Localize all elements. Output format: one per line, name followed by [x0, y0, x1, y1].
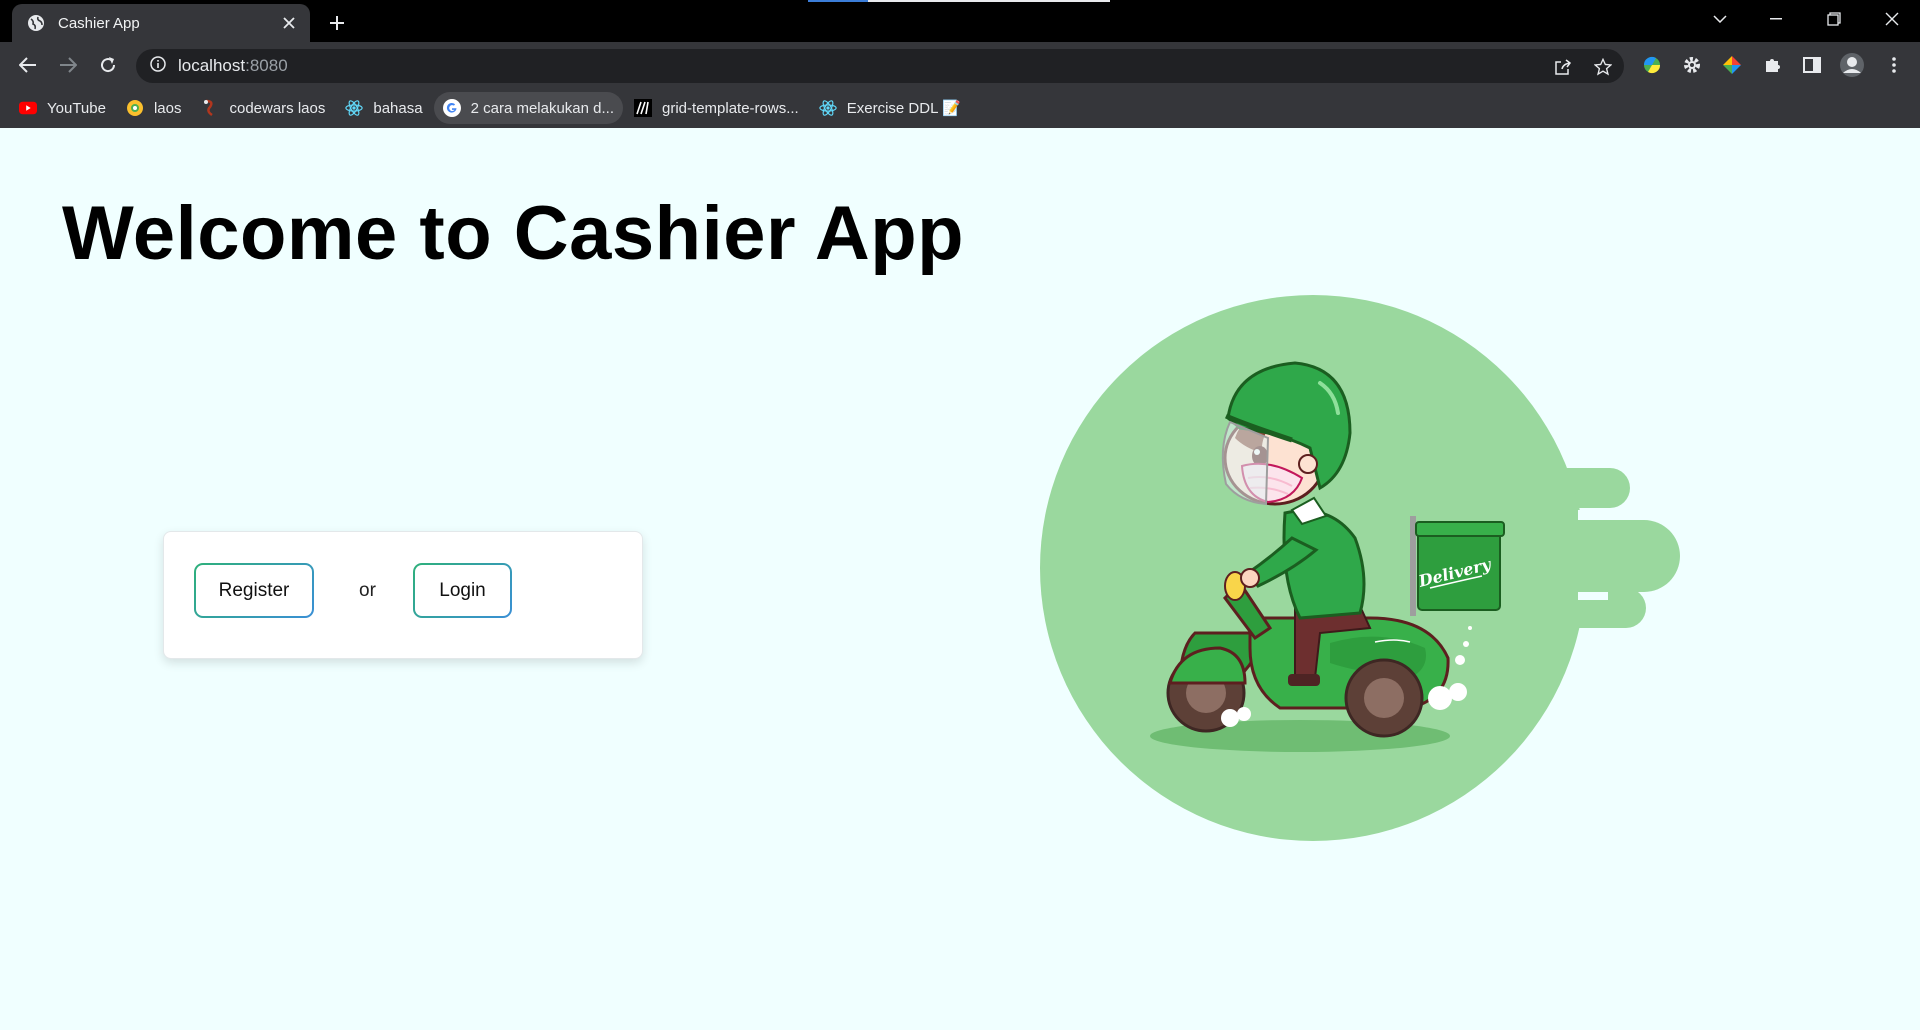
- youtube-icon: [19, 99, 37, 117]
- delivery-scooter-illustration: Delivery: [1040, 295, 1680, 841]
- bookmark-label: grid-template-rows...: [662, 99, 799, 117]
- extension-color-icon[interactable]: [1636, 49, 1668, 81]
- close-icon[interactable]: [278, 12, 300, 34]
- tab-search-icon[interactable]: [1692, 0, 1748, 38]
- bookmark-label: YouTube: [47, 99, 106, 117]
- chrome-web-icon: [126, 99, 144, 117]
- side-panel-icon[interactable]: [1796, 49, 1828, 81]
- codewars-icon: [201, 99, 219, 117]
- login-button[interactable]: Login: [413, 563, 512, 618]
- bookmark-2-cara[interactable]: 2 cara melakukan d...: [433, 92, 624, 124]
- mdn-icon: [634, 99, 653, 117]
- delivery-box: Delivery: [1410, 516, 1505, 616]
- url-port: :8080: [245, 56, 288, 75]
- bookmark-codewars-laos[interactable]: codewars laos: [192, 92, 334, 124]
- share-icon[interactable]: [1550, 54, 1576, 80]
- bookmark-bahasa[interactable]: bahasa: [336, 92, 431, 124]
- avatar[interactable]: [1836, 49, 1868, 81]
- site-info-icon[interactable]: [150, 55, 166, 77]
- gear-icon[interactable]: [1676, 49, 1708, 81]
- bookmark-label: 2 cara melakukan d...: [470, 99, 615, 117]
- restore-icon[interactable]: [1806, 0, 1862, 38]
- or-separator: or: [359, 580, 376, 601]
- react-icon: [345, 99, 364, 117]
- bookmark-label: bahasa: [373, 99, 423, 117]
- back-icon[interactable]: [12, 49, 44, 81]
- google-icon: [442, 99, 461, 117]
- bookmark-youtube[interactable]: YouTube: [10, 92, 115, 124]
- page-content: Welcome to Cashier App Register or Login…: [0, 128, 1920, 1030]
- minimize-icon[interactable]: [1748, 0, 1804, 38]
- color-picker-icon[interactable]: [1716, 49, 1748, 81]
- bookmark-exercise-ddl[interactable]: Exercise DDL 📝: [810, 92, 970, 124]
- bookmark-label: laos: [153, 99, 182, 117]
- bookmark-grid-template-rows[interactable]: grid-template-rows...: [625, 92, 808, 124]
- bookmark-label: Exercise DDL 📝: [846, 100, 961, 117]
- bookmarks-bar: YouTube laos codewars laos bahasa 2 cara…: [0, 88, 1920, 128]
- page-title: Welcome to Cashier App: [62, 191, 965, 276]
- bookmark-label: codewars laos: [229, 99, 326, 117]
- url-text[interactable]: localhost:8080: [178, 56, 288, 76]
- menu-kebab-icon[interactable]: [1878, 49, 1910, 81]
- loading-indicator-track: [868, 0, 1110, 2]
- new-tab-button[interactable]: [322, 8, 352, 38]
- auth-card: Register or Login: [163, 531, 643, 659]
- reload-icon[interactable]: [92, 49, 124, 81]
- tab-title: Cashier App: [58, 14, 140, 32]
- globe-icon: [26, 13, 46, 33]
- forward-icon[interactable]: [52, 49, 84, 81]
- extensions-puzzle-icon[interactable]: [1756, 49, 1788, 81]
- bookmark-laos[interactable]: laos: [117, 92, 191, 124]
- browser-tab[interactable]: Cashier App: [12, 4, 310, 42]
- close-window-icon[interactable]: [1864, 0, 1920, 38]
- loading-indicator: [808, 0, 868, 2]
- tab-strip: Cashier App: [0, 0, 1920, 42]
- url-host: localhost: [178, 56, 246, 75]
- address-bar[interactable]: localhost:8080: [136, 49, 1624, 83]
- register-button[interactable]: Register: [194, 563, 314, 618]
- browser-toolbar: localhost:8080: [0, 42, 1920, 88]
- bookmark-star-icon[interactable]: [1590, 54, 1616, 80]
- react-icon: [819, 99, 837, 117]
